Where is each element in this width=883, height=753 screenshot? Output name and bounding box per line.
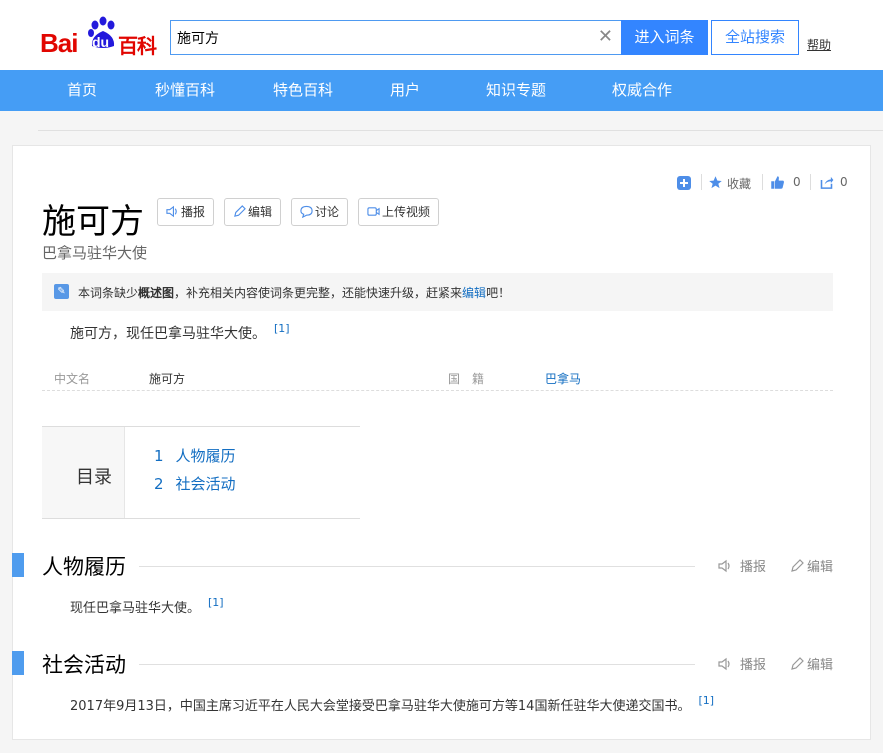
pencil-icon	[791, 559, 804, 572]
search-input[interactable]	[177, 21, 577, 54]
pencil-icon	[234, 205, 246, 217]
speaker-icon	[166, 205, 177, 218]
entry-subtitle: 巴拿马驻华大使	[42, 244, 148, 262]
nav-item-featured[interactable]: 特色百科	[273, 70, 333, 111]
reference-link[interactable]: [1]	[698, 694, 714, 707]
info-value-nationality[interactable]: 巴拿马	[545, 370, 581, 387]
nav-item-users[interactable]: 用户	[390, 70, 420, 111]
speaker-icon	[718, 657, 730, 671]
thumbs-up-icon[interactable]	[770, 175, 785, 190]
edit-button[interactable]: 编辑	[224, 198, 282, 226]
share-count: 0	[840, 175, 848, 189]
notice-edit-link[interactable]: 编辑	[462, 286, 486, 300]
edit-label: 编辑	[248, 205, 273, 219]
toc-header: 目录	[42, 427, 125, 518]
divider	[38, 130, 883, 131]
main-nav: 首页 秒懂百科 特色百科 用户 知识专题 权威合作	[0, 70, 883, 111]
edit-notice-icon: ✎	[54, 284, 69, 299]
video-camera-icon	[367, 207, 380, 216]
info-name-chinese-name: 中文名	[54, 372, 91, 386]
toc-title: 目录	[76, 467, 112, 488]
section-paragraph: 现任巴拿马驻华大使。 [1]	[70, 596, 224, 616]
info-value-chinese-name: 施可方	[149, 372, 186, 386]
nav-item-miaodong[interactable]: 秒懂百科	[155, 70, 215, 111]
separator	[701, 174, 702, 190]
nav-item-home[interactable]: 首页	[67, 70, 97, 111]
pencil-icon	[791, 657, 804, 670]
discuss-button[interactable]: 讨论	[291, 198, 349, 226]
enter-entry-button[interactable]: 进入词条	[621, 20, 708, 55]
toc-item[interactable]: 1 人物履历	[154, 445, 236, 466]
collect-button[interactable]: 收藏	[727, 175, 751, 192]
nav-item-partners[interactable]: 权威合作	[612, 70, 672, 111]
logo-bai-text: Bai	[40, 28, 78, 58]
section-play-button[interactable]: 播报	[718, 654, 766, 673]
upload-video-button[interactable]: 上传视频	[358, 198, 440, 226]
section-play-button[interactable]: 播报	[718, 556, 766, 575]
upload-video-label: 上传视频	[382, 205, 431, 219]
section-marker	[12, 553, 24, 577]
section-divider	[139, 664, 695, 665]
section-edit-button[interactable]: 编辑	[790, 654, 833, 673]
speaker-icon	[718, 559, 730, 573]
like-count: 0	[793, 175, 801, 189]
reference-link[interactable]: [1]	[274, 322, 290, 335]
baidu-baike-logo[interactable]: Bai du 百科	[40, 16, 160, 58]
notice-text: 本词条缺少概述图，补充相关内容使词条更完整，还能快速升级，赶紧来编辑吧！	[78, 286, 511, 300]
nav-item-topics[interactable]: 知识专题	[486, 70, 546, 111]
play-button[interactable]: 播报	[157, 198, 215, 226]
toc-item[interactable]: 2 社会活动	[154, 473, 236, 494]
section-title: 社会活动	[42, 653, 126, 677]
section-title: 人物履历	[42, 555, 126, 579]
entry-summary: 施可方，现任巴拿马驻华大使。 [1]	[70, 322, 290, 342]
logo-du-text: du	[92, 34, 110, 50]
logo-baike-text: 百科	[118, 34, 157, 58]
separator	[762, 174, 763, 190]
chat-bubble-icon	[300, 205, 313, 218]
page-title: 施可方	[42, 202, 144, 242]
section-edit-button[interactable]: 编辑	[790, 556, 833, 575]
clear-icon[interactable]: ✕	[598, 27, 613, 47]
section-divider	[139, 566, 695, 567]
header: Bai du 百科 ✕ 进入词条 全站搜索 帮助	[0, 0, 883, 70]
entry-card: 收藏 0 0 施可方 播报 编辑 讨论 上传视频 巴拿马驻华大使 ✎ 本词条缺少…	[12, 145, 871, 740]
reference-link[interactable]: [1]	[208, 596, 224, 609]
share-icon[interactable]	[819, 175, 834, 190]
separator	[810, 174, 811, 190]
add-icon[interactable]	[677, 176, 691, 190]
help-link[interactable]: 帮助	[807, 36, 831, 53]
missing-image-notice: ✎ 本词条缺少概述图，补充相关内容使词条更完整，还能快速升级，赶紧来编辑吧！	[42, 273, 833, 311]
section-paragraph: 2017年9月13日，中国主席习近平在人民大会堂接受巴拿马驻华大使施可方等14国…	[70, 694, 715, 714]
search-box: ✕	[170, 20, 622, 55]
info-name-nationality: 国 籍	[448, 372, 485, 386]
play-label: 播报	[181, 205, 206, 219]
section-marker	[12, 651, 24, 675]
discuss-label: 讨论	[315, 205, 340, 219]
site-search-button[interactable]: 全站搜索	[711, 20, 799, 55]
table-of-contents: 目录 1 人物履历 2 社会活动	[42, 426, 360, 519]
basic-info: 中文名 施可方 国 籍 巴拿马	[42, 364, 833, 391]
star-icon[interactable]	[708, 175, 723, 190]
